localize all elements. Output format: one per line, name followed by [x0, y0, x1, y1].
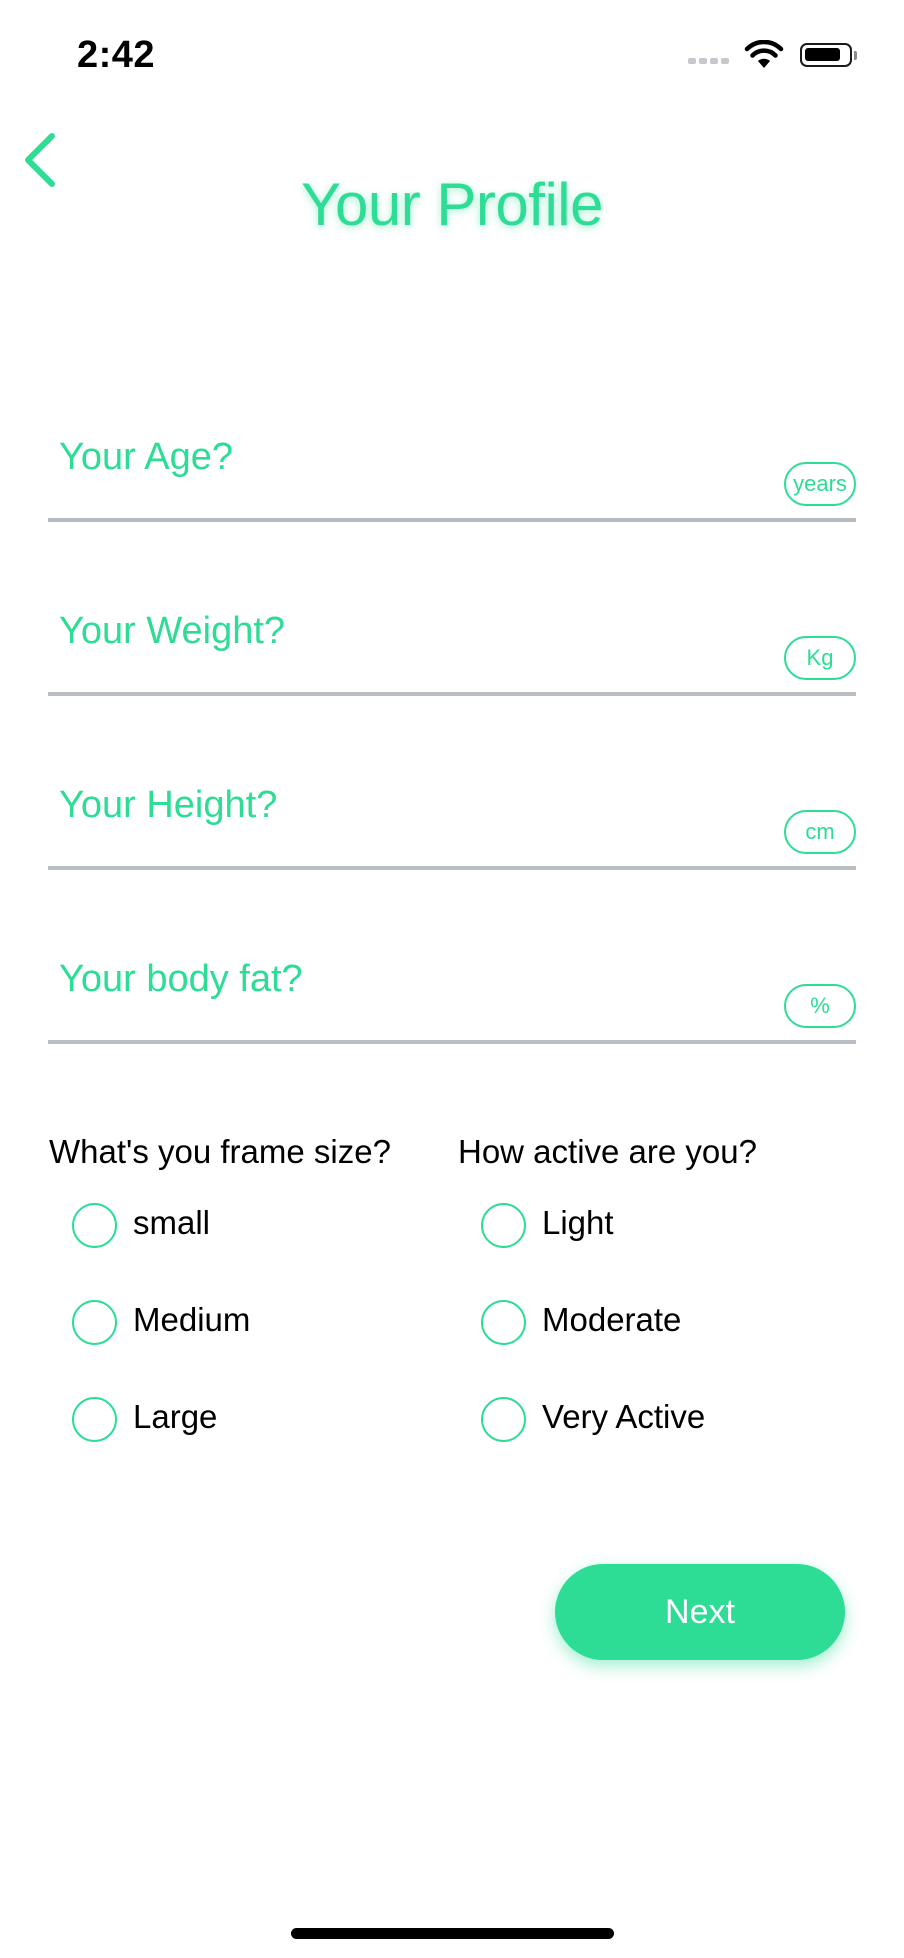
weight-field[interactable]: Your Weight? Kg	[48, 588, 856, 698]
radio-button[interactable]	[72, 1300, 117, 1345]
age-input[interactable]	[48, 414, 856, 522]
battery-tip	[854, 51, 857, 60]
body-fat-input[interactable]	[48, 936, 856, 1044]
weight-input[interactable]	[48, 588, 856, 696]
radio-button[interactable]	[72, 1397, 117, 1442]
body-fat-field[interactable]: Your body fat? %	[48, 936, 856, 1046]
age-unit-badge: years	[784, 462, 856, 506]
frame-size-title: What's you frame size?	[49, 1133, 391, 1170]
radio-button[interactable]	[481, 1397, 526, 1442]
weight-unit-badge: Kg	[784, 636, 856, 680]
radio-label: Very Active	[542, 1398, 706, 1435]
height-input[interactable]	[48, 762, 856, 870]
radio-button[interactable]	[481, 1300, 526, 1345]
battery-icon	[800, 43, 852, 67]
radio-label: small	[133, 1204, 211, 1241]
cellular-signal-icon	[688, 58, 730, 66]
status-bar: 2:42	[0, 0, 904, 110]
activity-option-moderate[interactable]: Moderate	[481, 1295, 781, 1355]
age-field[interactable]: Your Age? years	[48, 414, 856, 524]
body-fat-unit-badge: %	[784, 984, 856, 1028]
radio-label: Medium	[133, 1301, 251, 1338]
radio-button[interactable]	[72, 1203, 117, 1248]
activity-option-very-active[interactable]: Very Active	[481, 1392, 781, 1452]
radio-label: Moderate	[542, 1301, 682, 1338]
height-field[interactable]: Your Height? cm	[48, 762, 856, 872]
frame-size-option-large[interactable]: Large	[72, 1392, 322, 1452]
radio-label: Light	[542, 1204, 614, 1241]
height-unit-badge: cm	[784, 810, 856, 854]
activity-title: How active are you?	[458, 1133, 757, 1170]
frame-size-option-medium[interactable]: Medium	[72, 1295, 322, 1355]
home-indicator[interactable]	[291, 1928, 614, 1939]
next-button[interactable]: Next	[555, 1564, 845, 1660]
status-icons	[688, 40, 868, 70]
radio-label: Large	[133, 1398, 218, 1435]
radio-button[interactable]	[481, 1203, 526, 1248]
wifi-icon	[744, 40, 784, 68]
page-title: Your Profile	[301, 171, 603, 238]
activity-option-light[interactable]: Light	[481, 1198, 781, 1258]
frame-size-option-small[interactable]: small	[72, 1198, 322, 1258]
status-time: 2:42	[77, 34, 156, 76]
